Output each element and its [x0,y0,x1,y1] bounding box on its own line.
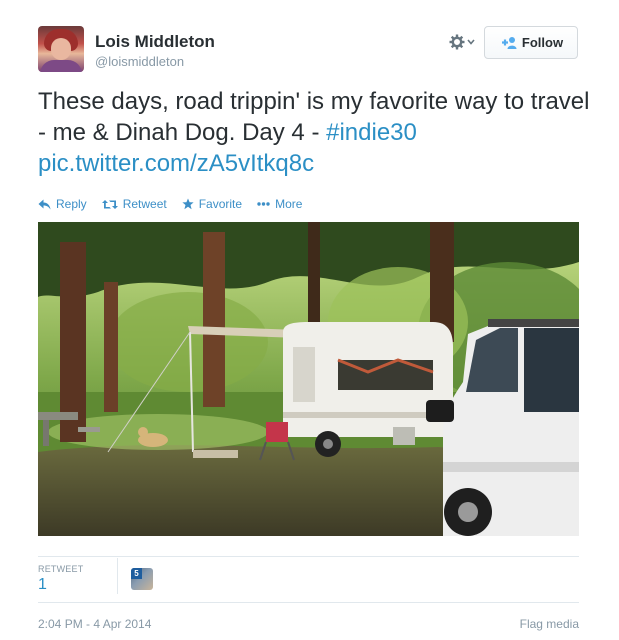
stats-vertical-divider [117,558,118,594]
retweet-label: Retweet [122,197,167,211]
more-dots-icon [257,202,270,206]
star-icon [182,198,194,210]
stats-bottom-divider [38,602,579,603]
tweet-card: Lois Middleton @loismiddleton Follow The… [0,0,619,640]
reply-label: Reply [56,197,87,211]
pic-link[interactable]: pic.twitter.com/zA5vItkq8c [38,150,314,177]
tweet-actions: Reply Retweet Favorite More [38,197,302,211]
user-actions-dropdown[interactable] [449,33,475,51]
avatar-shirt [40,60,82,72]
follow-button[interactable]: Follow [484,26,578,59]
retweeter-badge: 5 [131,568,142,579]
retweet-button[interactable]: Retweet [101,197,167,211]
add-user-icon [501,37,517,49]
user-avatar[interactable] [38,26,84,72]
hashtag-link[interactable]: #indie30 [326,119,417,146]
avatar-face [51,38,71,60]
chevron-down-icon [467,39,475,45]
retweet-stat-label: RETWEET [38,564,84,574]
gear-icon [449,34,465,50]
more-label: More [275,197,303,211]
user-name[interactable]: Lois Middleton [95,32,215,52]
tweet-photo[interactable] [38,222,579,536]
tweet-timestamp[interactable]: 2:04 PM - 4 Apr 2014 [38,617,151,631]
retweeter-avatar[interactable]: 5 [131,568,153,590]
retweet-icon [101,199,118,209]
favorite-label: Favorite [198,197,243,211]
follow-label: Follow [521,35,564,50]
user-handle[interactable]: @loismiddleton [95,54,184,69]
tweet-body: These days, road trippin' is my favorite… [38,88,590,146]
tweet-text: These days, road trippin' is my favorite… [38,86,598,179]
campsite-photo [38,222,579,536]
stats-top-divider [38,556,579,557]
retweet-count[interactable]: 1 [38,576,47,594]
reply-icon [38,199,51,209]
more-button[interactable]: More [257,197,302,211]
reply-button[interactable]: Reply [38,197,87,211]
favorite-button[interactable]: Favorite [182,197,242,211]
flag-media-link[interactable]: Flag media [520,617,579,631]
